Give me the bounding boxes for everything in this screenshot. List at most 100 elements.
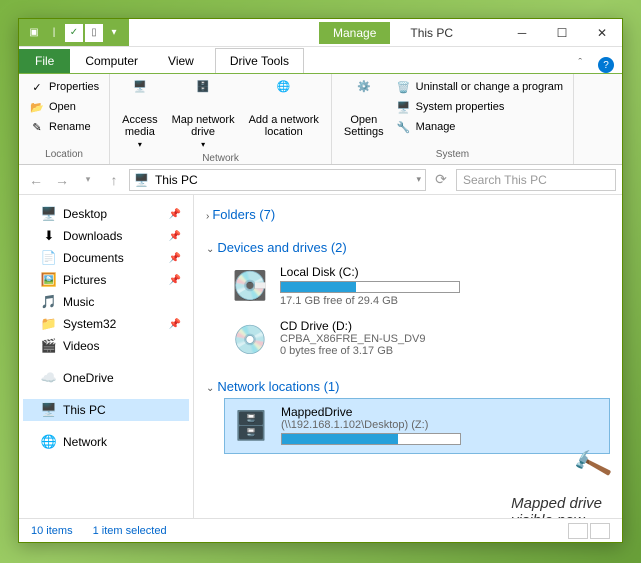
up-button[interactable]: ↑ [103,169,125,191]
quick-access-toolbar: ▣ | ✓ ▯ ▾ [19,19,129,46]
pin-icon: 📌 [169,275,181,286]
rename-icon: ✎ [29,119,45,135]
sidebar-item-this-pc[interactable]: 🖥️ This PC [23,399,189,421]
explorer-icon: ▣ [25,24,43,42]
drive-local-disk-c[interactable]: 💽 Local Disk (C:) 17.1 GB free of 29.4 G… [224,259,610,313]
sidebar-icon: 📄 [41,250,57,266]
sidebar-icon: 🖥️ [41,206,57,222]
icons-view-button[interactable] [590,523,610,539]
sidebar-label: System32 [63,317,116,331]
drive-volume-label: CPBA_X86FRE_EN-US_DV9 [280,333,604,345]
history-dropdown-icon[interactable]: ▾ [77,169,99,191]
view-tab[interactable]: View [153,48,209,73]
sidebar-item-network[interactable]: 🌐Network [23,431,189,453]
ribbon: ✓Properties 📂Open ✎Rename Location 🖥️Acc… [19,73,622,165]
address-field[interactable]: 🖥️ This PC ▾ [129,169,426,191]
view-toggles [568,523,610,539]
map-network-drive-button[interactable]: 🗄️Map network drive▾ [168,78,239,151]
section-network-locations: ⌄Network locations (1) 🗄️ MappedDrive (\… [206,375,610,454]
pc-icon: 🖥️ [134,173,149,187]
devices-header[interactable]: ⌄Devices and drives (2) [206,236,610,259]
pin-icon: 📌 [169,231,181,242]
drive-name: MappedDrive [281,405,603,419]
search-input[interactable]: Search This PC [456,169,616,191]
sidebar-item-desktop[interactable]: 🖥️Desktop📌 [23,203,189,225]
sidebar-item-documents[interactable]: 📄Documents📌 [23,247,189,269]
address-dropdown-icon[interactable]: ▾ [416,174,421,185]
section-folders: ›Folders (7) [206,203,610,226]
pin-icon: 📌 [169,209,181,220]
properties-button[interactable]: ✓Properties [27,78,101,96]
ribbon-group-system: ⚙️Open Settings 🗑️Uninstall or change a … [332,74,574,164]
sidebar-icon: 🎬 [41,338,57,354]
access-media-button[interactable]: 🖥️Access media▾ [118,78,161,151]
forward-button[interactable]: → [51,169,73,191]
settings-icon: ⚙️ [348,80,380,112]
minimize-button[interactable]: ─ [502,19,542,47]
drive-cd-d[interactable]: 💿 CD Drive (D:) CPBA_X86FRE_EN-US_DV9 0 … [224,313,610,365]
maximize-button[interactable]: ☐ [542,19,582,47]
sidebar-item-pictures[interactable]: 🖼️Pictures📌 [23,269,189,291]
help-icon[interactable]: ? [598,57,614,73]
sidebar-label: This PC [63,403,106,417]
address-bar: ← → ▾ ↑ 🖥️ This PC ▾ ⟳ Search This PC [19,165,622,195]
drive-icon: 💽 [230,265,270,305]
open-icon: 📂 [29,99,45,115]
network-drive-icon: 🗄️ [231,405,271,445]
computer-tab[interactable]: Computer [70,48,153,73]
rename-button[interactable]: ✎Rename [27,118,101,136]
close-button[interactable]: ✕ [582,19,622,47]
sidebar-label: Network [63,435,107,449]
drive-tools-tab[interactable]: Drive Tools [215,48,304,73]
file-tab[interactable]: File [19,49,70,73]
sidebar-icon: 📁 [41,316,57,332]
status-bar: 10 items 1 item selected [19,518,622,542]
capacity-bar [280,281,460,293]
sidebar-icon: ☁️ [41,370,57,386]
open-button[interactable]: 📂Open [27,98,101,116]
sidebar-item-videos[interactable]: 🎬 Videos [23,335,189,357]
manage-button[interactable]: 🔧Manage [394,118,565,136]
sidebar-label: Videos [63,339,99,353]
sidebar-item-onedrive[interactable]: ☁️OneDrive [23,367,189,389]
titlebar: ▣ | ✓ ▯ ▾ Manage This PC ─ ☐ ✕ [19,19,622,47]
navigation-pane: 🖥️Desktop📌⬇Downloads📌📄Documents📌🖼️Pictur… [19,195,194,518]
sidebar-label: Downloads [63,229,122,243]
chevron-down-icon: ⌄ [206,383,214,394]
capacity-bar [281,433,461,445]
add-network-location-button[interactable]: 🌐Add a network location [245,78,323,151]
dropdown-icon: ▾ [138,140,142,149]
pin-icon: 📌 [169,319,181,330]
group-label-location: Location [27,147,101,162]
sidebar-item-music[interactable]: 🎵Music [23,291,189,313]
sidebar-icon: 🖼️ [41,272,57,288]
system-properties-button[interactable]: 🖥️System properties [394,98,565,116]
collapse-ribbon-icon[interactable]: ˆ [570,53,590,73]
network-locations-header[interactable]: ⌄Network locations (1) [206,375,610,398]
drive-name: Local Disk (C:) [280,265,604,279]
details-view-button[interactable] [568,523,588,539]
checkbox-icon[interactable]: ✓ [65,24,83,42]
open-settings-button[interactable]: ⚙️Open Settings [340,78,388,147]
manage-context-tab[interactable]: Manage [319,22,390,44]
manage-icon: 🔧 [396,119,412,135]
back-button[interactable]: ← [25,169,47,191]
cd-icon: 💿 [230,319,270,359]
dropdown-icon: ▾ [201,140,205,149]
folders-header[interactable]: ›Folders (7) [206,203,610,226]
drive-free-text: 0 bytes free of 3.17 GB [280,345,604,357]
content-area: 🖥️Desktop📌⬇Downloads📌📄Documents📌🖼️Pictur… [19,195,622,518]
refresh-button[interactable]: ⟳ [430,169,452,191]
mapped-drive-z[interactable]: 🗄️ MappedDrive (\\192.168.1.102\Desktop)… [224,398,610,454]
drive-path: (\\192.168.1.102\Desktop) (Z:) [281,419,603,431]
drive-free-text: 17.1 GB free of 29.4 GB [280,295,604,307]
sidebar-item-system32[interactable]: 📁 System32 📌 [23,313,189,335]
media-icon: 🖥️ [124,80,156,112]
uninstall-program-button[interactable]: 🗑️Uninstall or change a program [394,78,565,96]
sidebar-item-downloads[interactable]: ⬇Downloads📌 [23,225,189,247]
qat-dropdown-icon[interactable]: ▾ [105,24,123,42]
file-icon[interactable]: ▯ [85,24,103,42]
main-pane: ›Folders (7) ⌄Devices and drives (2) 💽 L… [194,195,622,518]
ribbon-tabs: File Computer View Drive Tools ˆ ? [19,47,622,73]
sidebar-icon: 🖥️ [41,402,57,418]
